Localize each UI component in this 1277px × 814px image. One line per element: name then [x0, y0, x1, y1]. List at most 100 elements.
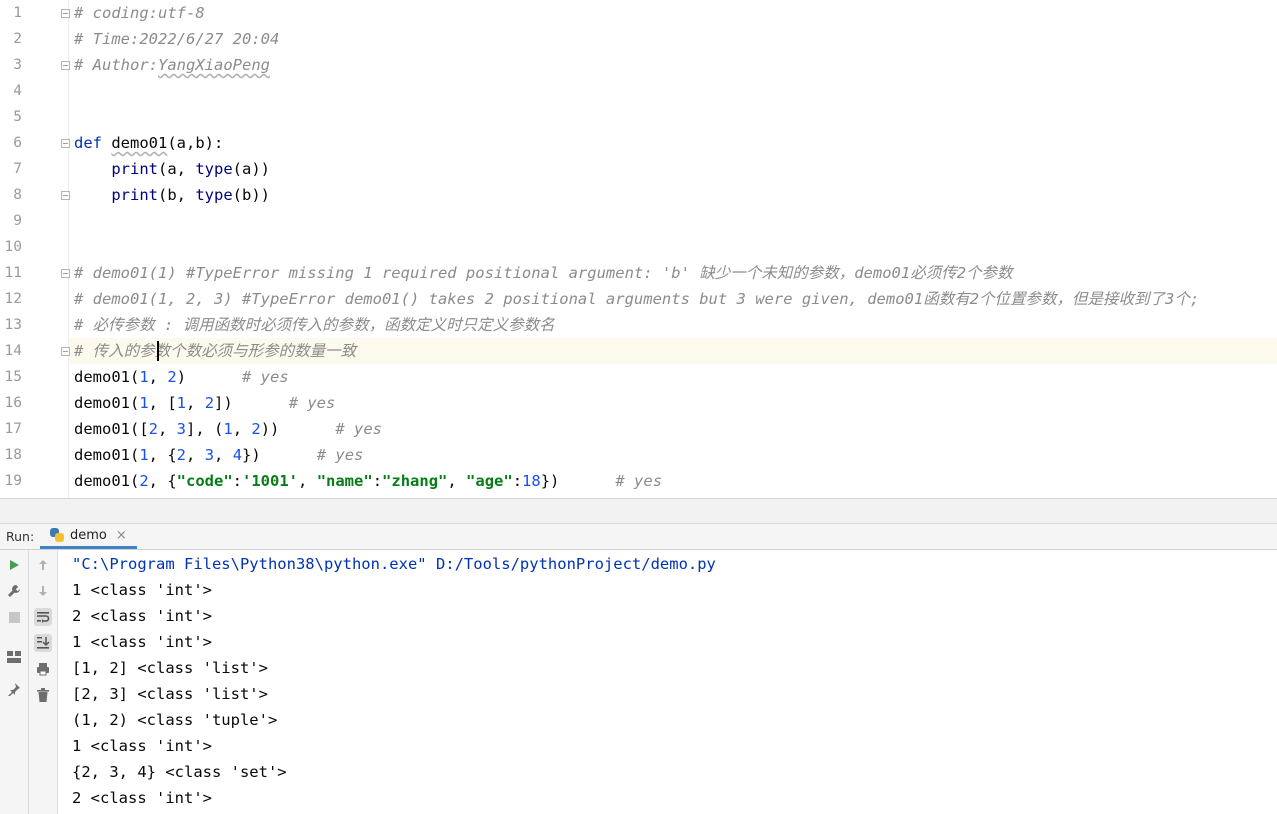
code-token: demo01( [74, 446, 140, 464]
line-number: 10 [4, 239, 22, 255]
code-line[interactable]: demo01(1, [1, 2]) # yes [74, 390, 335, 416]
line-number: 13 [4, 317, 22, 333]
text-caret [157, 341, 159, 361]
code-line[interactable]: demo01(1, 2) # yes [74, 364, 289, 390]
code-token: 1 [223, 420, 233, 438]
code-token: # 传入的参数个数必须与形参的数量一致 [74, 342, 357, 360]
code-token: "name" [316, 472, 373, 490]
code-line[interactable]: print(b, type(b)) [74, 182, 270, 208]
code-token: # demo01(1) #TypeError missing 1 require… [74, 264, 1013, 282]
code-token: : [372, 472, 383, 490]
code-token: type [195, 160, 233, 178]
code-token: , [148, 368, 168, 386]
code-line[interactable]: # 必传参数 : 调用函数时必须传入的参数，函数定义时只定义参数名 [74, 312, 555, 338]
console-output[interactable]: "C:\Program Files\Python38\python.exe" D… [58, 550, 1277, 814]
code-token: 2 [139, 472, 149, 490]
panel-splitter[interactable] [0, 498, 1277, 524]
code-token: # demo01(1, 2, 3) #TypeError demo01() ta… [74, 290, 1200, 308]
fold-marker-icon[interactable] [61, 61, 70, 70]
code-token: 18 [522, 472, 541, 490]
code-line[interactable]: # Author:YangXiaoPeng [74, 52, 270, 78]
code-token: , [186, 446, 205, 464]
code-line[interactable]: # Time:2022/6/27 20:04 [74, 26, 279, 52]
code-token: 2 [204, 394, 215, 412]
code-token: # 必传参数 : 调用函数时必须传入的参数，函数定义时只定义参数名 [74, 316, 555, 334]
code-token: # yes [335, 420, 383, 438]
fold-marker-icon[interactable] [61, 9, 70, 18]
python-icon [50, 528, 64, 542]
code-token: 3 [176, 420, 187, 438]
pin-icon[interactable] [5, 680, 23, 698]
stop-icon[interactable] [5, 608, 23, 626]
code-token: 1 [139, 446, 149, 464]
code-token: , [158, 420, 177, 438]
code-token: # yes [242, 368, 289, 386]
run-toolbar-left [0, 550, 29, 814]
console-output-line: [2, 3] <class 'list'> [72, 685, 268, 703]
fold-marker-icon[interactable] [61, 139, 70, 148]
code-line[interactable]: print(a, type(a)) [74, 156, 270, 182]
line-number: 4 [13, 83, 22, 99]
code-token: demo01 [111, 134, 168, 152]
code-token: "age" [466, 472, 513, 490]
code-token: (b, [158, 186, 196, 204]
code-line[interactable]: # demo01(1, 2, 3) #TypeError demo01() ta… [74, 286, 1199, 312]
close-icon[interactable]: × [116, 528, 127, 543]
code-token: type [195, 186, 233, 204]
line-number: 12 [4, 291, 22, 307]
code-token: (a,b): [167, 134, 224, 152]
code-editor[interactable]: 1 2 3 4 5 6 7 8 9 10 11 12 13 14 15 16 17 18 19 # coding:u… [0, 0, 1277, 498]
code-line[interactable]: # coding:utf-8 [74, 0, 205, 26]
code-token: , [186, 394, 205, 412]
console-output-line: 1 <class 'int'> [72, 633, 212, 651]
code-line[interactable]: demo01(1, {2, 3, 4}) # yes [74, 442, 363, 468]
code-token: demo01( [74, 472, 140, 490]
fold-marker-icon[interactable] [61, 191, 70, 200]
code-line[interactable]: demo01(2, {"code":'1001', "name":"zhang"… [74, 468, 662, 494]
wrench-icon[interactable] [5, 582, 23, 600]
code-line[interactable]: # 传入的参数个数必须与形参的数量一致 [74, 338, 356, 364]
fold-marker-icon[interactable] [61, 269, 70, 278]
code-token: ) [176, 368, 243, 386]
play-icon[interactable] [5, 556, 23, 574]
code-line[interactable]: # demo01(1) #TypeError missing 1 require… [74, 260, 1013, 286]
console-output-line: {2, 3, 4} <class 'set'> [72, 763, 287, 781]
code-token: 2 [176, 446, 187, 464]
code-line[interactable]: demo01([2, 3], (1, 2)) # yes [74, 416, 382, 442]
line-number-gutter: 1 2 3 4 5 6 7 8 9 10 11 12 13 14 15 16 17 18 19 [0, 0, 69, 498]
code-token: # Time:2022/6/27 20:04 [74, 30, 280, 48]
code-token: 3 [204, 446, 215, 464]
arrow-up-icon[interactable] [34, 556, 52, 574]
code-token: def [74, 134, 102, 152]
code-token: , [232, 420, 252, 438]
code-token: (a, [158, 160, 196, 178]
code-token: demo01( [74, 368, 140, 386]
code-token: , { [148, 472, 177, 490]
print-icon[interactable] [34, 660, 52, 678]
code-token: "zhang" [382, 472, 448, 490]
code-token: 2 [167, 368, 177, 386]
console-command-line: "C:\Program Files\Python38\python.exe" D… [72, 555, 716, 573]
console-output-line: (1, 2) <class 'tuple'> [72, 711, 278, 729]
code-token: "code" [176, 472, 233, 490]
console-output-line: 1 <class 'int'> [72, 737, 212, 755]
code-token: , { [148, 446, 177, 464]
soft-wrap-icon[interactable] [34, 608, 52, 626]
code-token: # yes [615, 472, 663, 490]
code-token: print [111, 160, 158, 178]
console-output-line: 2 <class 'int'> [72, 607, 212, 625]
layout-icon[interactable] [5, 648, 23, 666]
console-output-line: [1, 2] <class 'list'> [72, 659, 268, 677]
arrow-down-icon[interactable] [34, 582, 52, 600]
scroll-to-end-icon[interactable] [34, 634, 52, 652]
code-token: 1 [176, 394, 187, 412]
line-number: 17 [4, 421, 22, 437]
code-token: 2 [148, 420, 158, 438]
code-line[interactable]: def demo01(a,b): [74, 130, 223, 156]
code-token: # yes [288, 394, 336, 412]
line-number: 14 [4, 343, 22, 359]
run-tab-demo[interactable]: demo × [40, 524, 137, 549]
fold-marker-icon[interactable] [61, 347, 70, 356]
trash-icon[interactable] [34, 686, 52, 704]
